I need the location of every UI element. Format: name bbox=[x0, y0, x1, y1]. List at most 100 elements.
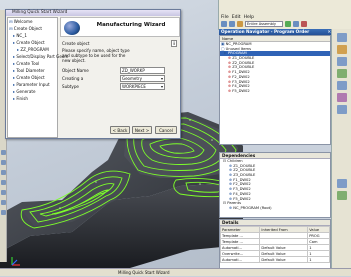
navigator-item-label: NC_PROGRAM bbox=[225, 42, 252, 46]
dependency-item[interactable]: ⊕ NC_PROGRAM (Root) bbox=[220, 206, 330, 211]
navigator-tab-icon[interactable] bbox=[337, 33, 347, 42]
details-tab-icon[interactable] bbox=[337, 191, 347, 200]
rotate-icon[interactable] bbox=[1, 170, 6, 175]
wizard-step-label: Tool Diameter bbox=[16, 68, 45, 73]
section-label: Create object bbox=[62, 41, 90, 46]
creating-label: Creating a bbox=[62, 76, 84, 81]
dialog-title: Milling Quick Start Wizard bbox=[12, 10, 68, 15]
wizard-step[interactable]: ▸ Parameter Input bbox=[8, 81, 57, 88]
quick-start-wizard-dialog: Milling Quick Start Wizard ⊟ Welcome ⊟ Cr… bbox=[5, 9, 181, 139]
wizard-step-label: NC_1 bbox=[16, 33, 27, 38]
shade-icon[interactable] bbox=[1, 200, 6, 205]
main-toolbar: File Edit Help Entire Assembly bbox=[218, 0, 351, 30]
next-button[interactable]: Next > bbox=[132, 126, 152, 134]
dependency-item-label: Z2_DOUBLE bbox=[233, 168, 256, 173]
navigator-item-label: PROGRAM bbox=[228, 51, 247, 56]
dependencies-tree: ⊟ Children ⊕ Z1_DOUBLE ⊕ Z2_DOUBLE ⊕ Z3_DOU… bbox=[220, 159, 330, 211]
roles-tab-icon[interactable] bbox=[337, 93, 347, 102]
details-table: Parameter Inherited From Value Template … bbox=[219, 226, 330, 263]
wizard-step-label: Create Tool bbox=[16, 61, 40, 66]
wizard-step-label: Finish bbox=[16, 96, 29, 101]
new-icon[interactable] bbox=[221, 21, 227, 27]
wizard-step[interactable]: ⊟ Create Object bbox=[8, 25, 57, 32]
wizard-step[interactable]: ▸ Select/Display Part Geom bbox=[8, 53, 68, 60]
wizard-body: Create object i Please specify name, obj… bbox=[60, 39, 180, 137]
status-bar: Milling Quick Start Wizard bbox=[0, 268, 351, 276]
web-tab-icon[interactable] bbox=[337, 105, 347, 114]
instruction-text: Please specify name, object type and sub… bbox=[62, 48, 130, 63]
dialog-titlebar[interactable]: Milling Quick Start Wizard bbox=[6, 10, 180, 16]
toolbar-row: Entire Assembly bbox=[221, 21, 307, 27]
details-row[interactable]: Automati... Default Value 1 bbox=[219, 256, 330, 263]
dependencies-panel: Dependencies ⊟ Children ⊕ Z1_DOUBLE ⊕ Z2_D… bbox=[219, 152, 331, 218]
wizard-title: Manufacturing Wizard bbox=[96, 22, 166, 28]
back-button[interactable]: < Back bbox=[110, 126, 130, 134]
dependency-item-label: Children bbox=[227, 159, 243, 163]
view-icon[interactable] bbox=[1, 150, 6, 155]
zoom-icon[interactable] bbox=[1, 180, 6, 185]
navigator-item-label: F5_DW02 bbox=[232, 88, 250, 93]
filter-icon[interactable] bbox=[285, 21, 291, 27]
creating-select[interactable]: Geometry ▾ bbox=[120, 75, 165, 82]
navigator-item-label: F1_DW02 bbox=[232, 70, 250, 75]
subtype-select[interactable]: WORKPIECE ▾ bbox=[120, 83, 165, 90]
navigator-item-label: F3_DW02 bbox=[232, 79, 250, 84]
part-tab-icon[interactable] bbox=[337, 57, 347, 66]
wireframe-icon[interactable] bbox=[1, 210, 6, 215]
wizard-step[interactable]: ▸ Create Object bbox=[8, 74, 57, 81]
wizard-logo-icon bbox=[64, 21, 80, 35]
select-icon[interactable] bbox=[293, 21, 299, 27]
menu-help[interactable]: Help bbox=[244, 15, 254, 20]
dependency-item-label: F1_DW02 bbox=[233, 177, 251, 182]
navigator-tree: ▣ NC_PROGRAM ▢ Unused Items ▶ PROGRAM ⊕ Z1_… bbox=[220, 42, 330, 94]
wizard-step-label: Create Object bbox=[13, 26, 42, 31]
navigator-item-label: Z2_DOUBLE bbox=[232, 60, 255, 65]
operation-navigator: Name ▣ NC_PROGRAM ▢ Unused Items ▶ PROGRAM… bbox=[219, 35, 331, 145]
menu-edit[interactable]: Edit bbox=[232, 15, 241, 20]
navigator-item[interactable]: ⊕ F5_DW02 bbox=[220, 89, 330, 94]
cancel-button[interactable]: Cancel bbox=[155, 126, 177, 134]
menu-bar: File Edit Help bbox=[221, 15, 254, 20]
assembly-tab-icon[interactable] bbox=[337, 45, 347, 54]
navigator-item-label: Z3_DOUBLE bbox=[232, 65, 255, 70]
chevron-down-icon: ▾ bbox=[160, 84, 163, 89]
wizard-step[interactable]: ▸ ZZ_PROGRAM bbox=[8, 46, 57, 53]
wizard-step[interactable]: ▸ Create Tool bbox=[8, 60, 57, 67]
help-icon[interactable]: i bbox=[171, 40, 177, 47]
menu-file[interactable]: File bbox=[221, 15, 229, 20]
details-cell: Default Value bbox=[259, 256, 309, 263]
right-toolbar bbox=[331, 29, 351, 276]
navigator-item-label: Unused Items bbox=[225, 46, 252, 51]
subtype-label: Subtype bbox=[62, 84, 79, 89]
details-cell: 1 bbox=[307, 256, 330, 263]
wizard-step-label: Welcome bbox=[13, 19, 33, 24]
wizard-step-label: Create Object bbox=[16, 75, 45, 80]
wizard-step[interactable]: ▸ Tool Diameter bbox=[8, 67, 57, 74]
wizard-step-label: Create Object bbox=[16, 40, 45, 45]
dependency-item-label: Z1_DOUBLE bbox=[233, 163, 256, 168]
wizard-step[interactable]: ▸ Generate bbox=[8, 88, 57, 95]
save-icon[interactable] bbox=[237, 21, 243, 27]
dependency-item-label: F3_DW02 bbox=[233, 187, 251, 192]
wizard-step-label: Parameter Input bbox=[16, 82, 50, 87]
wizard-step-label: ZZ_PROGRAM bbox=[20, 47, 49, 52]
wizard-step[interactable]: ▸ Finish bbox=[8, 95, 57, 102]
open-icon[interactable] bbox=[229, 21, 235, 27]
history-tab-icon[interactable] bbox=[337, 69, 347, 78]
wizard-steps-tree: ⊟ Welcome ⊟ Create Object ▸ NC_1 ▸ Create O… bbox=[7, 17, 68, 138]
library-tab-icon[interactable] bbox=[337, 81, 347, 90]
pan-icon[interactable] bbox=[1, 190, 6, 195]
wizard-step[interactable]: ▸ NC_1 bbox=[8, 32, 57, 39]
fit-icon[interactable] bbox=[1, 160, 6, 165]
snap-icon[interactable] bbox=[301, 21, 307, 27]
dependency-item-label: F5_DW02 bbox=[233, 196, 251, 201]
selection-scope-combo[interactable]: Entire Assembly bbox=[245, 21, 283, 27]
navigator-item-label: F2_DW02 bbox=[232, 74, 250, 79]
object-name-field[interactable]: ZD_WORKP bbox=[120, 67, 165, 74]
wizard-step[interactable]: ⊟ Welcome bbox=[8, 18, 57, 25]
dependency-item-label: Parents bbox=[227, 201, 241, 206]
dependencies-tab-icon[interactable] bbox=[337, 179, 347, 188]
dependency-item-label: NC_PROGRAM (Root) bbox=[233, 205, 272, 210]
chevron-down-icon: ▾ bbox=[160, 76, 163, 81]
wizard-step[interactable]: ▸ Create Object bbox=[8, 39, 57, 46]
